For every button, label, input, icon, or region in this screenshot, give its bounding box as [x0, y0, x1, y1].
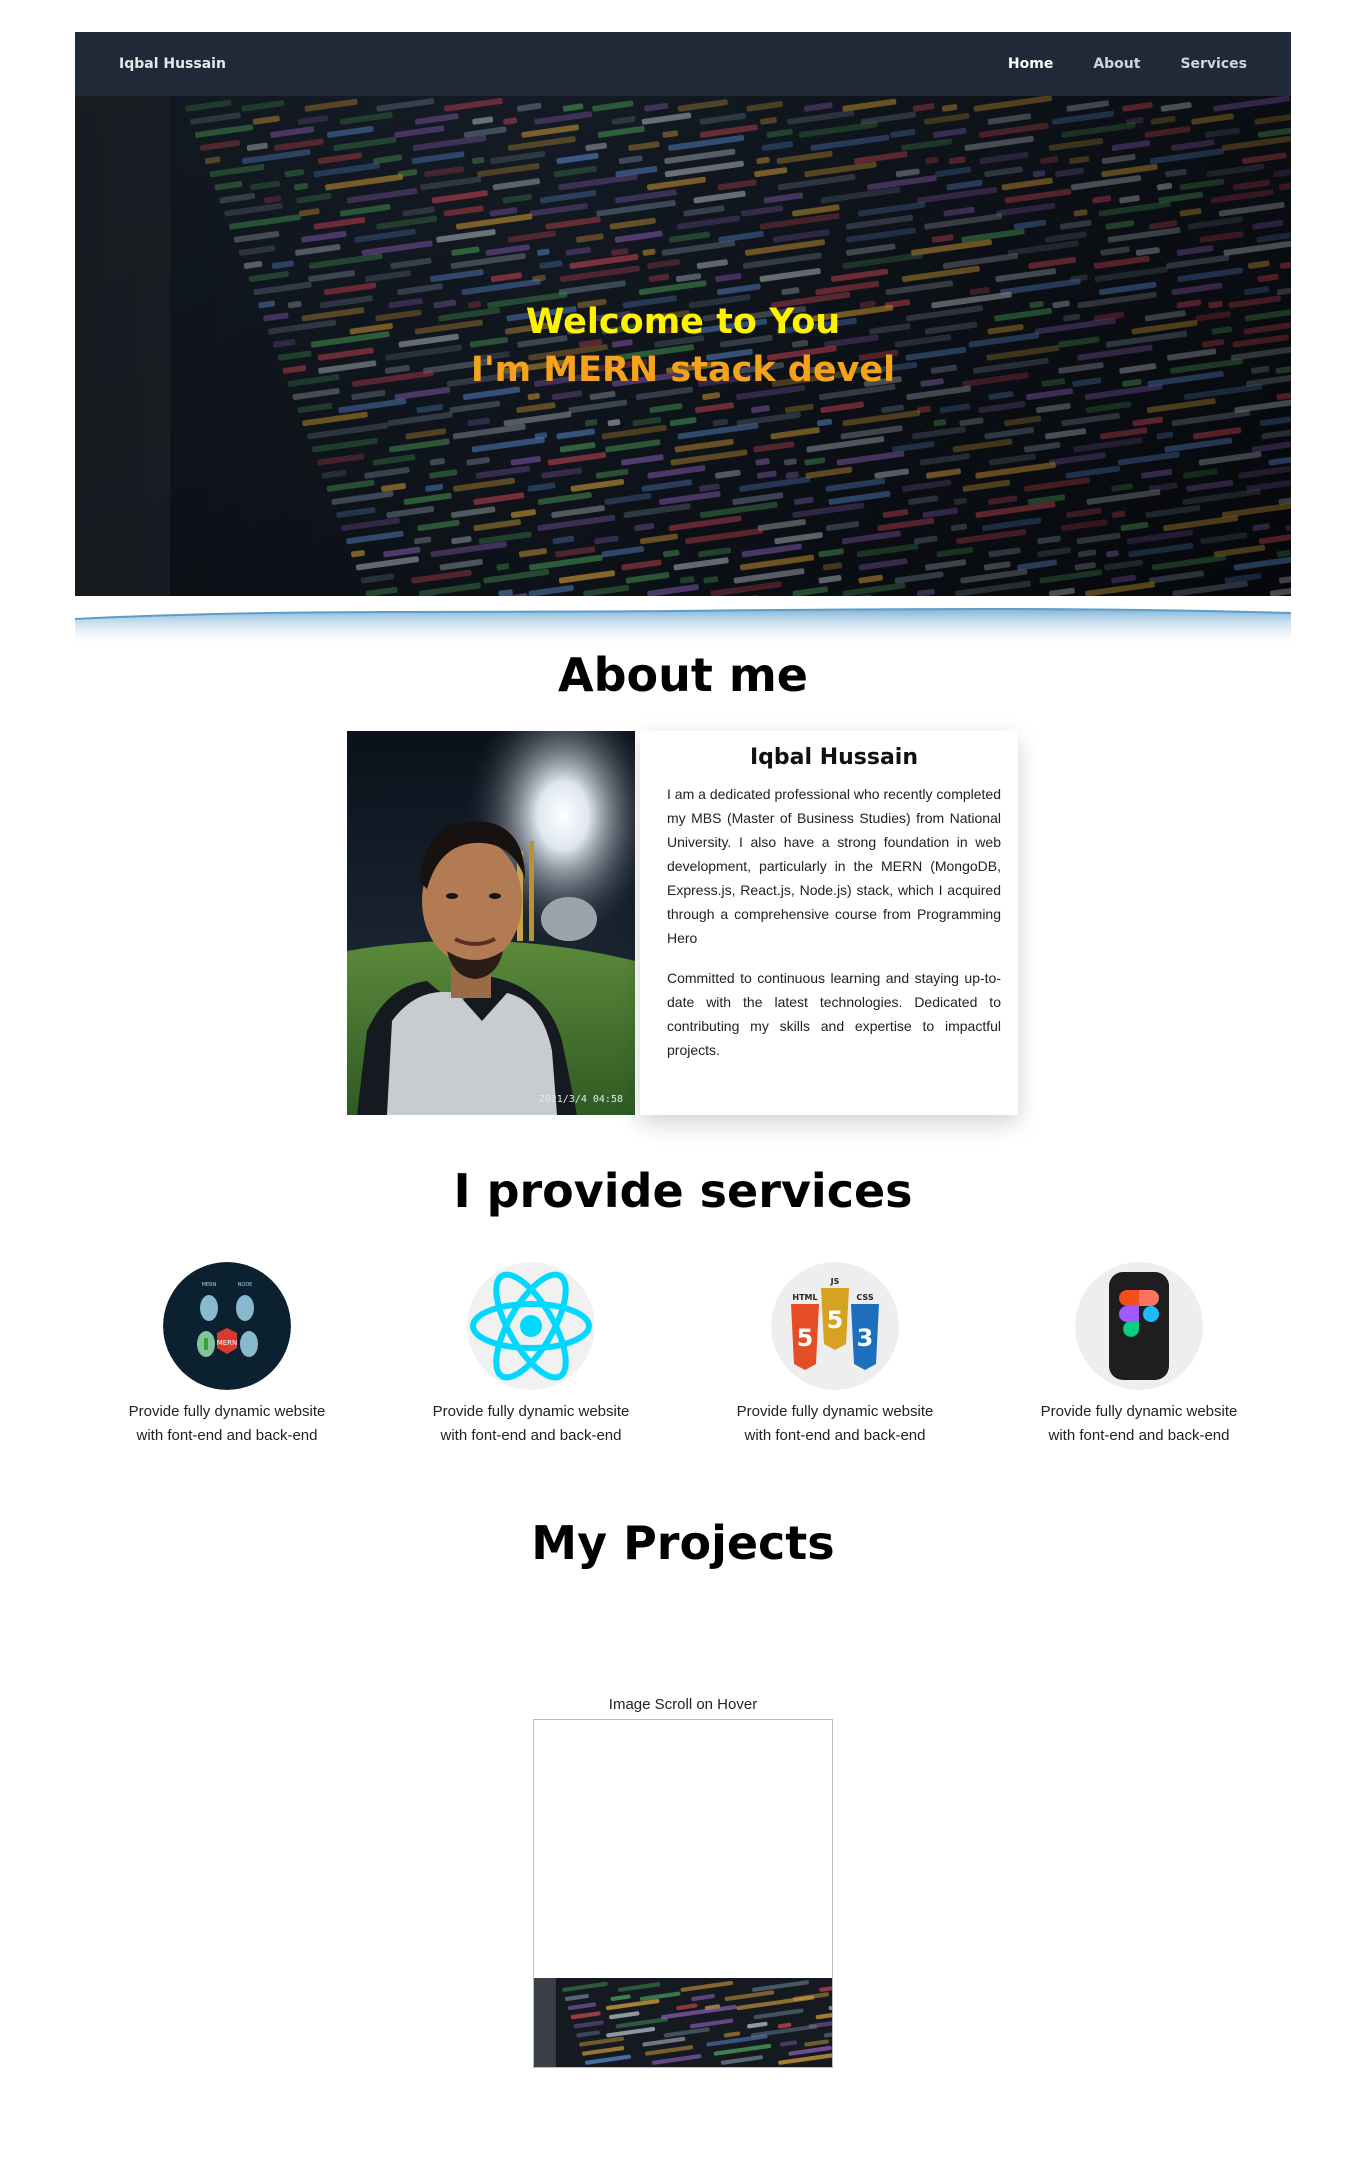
- about-name: Iqbal Hussain: [749, 745, 919, 770]
- svg-text:NODE: NODE: [238, 1282, 253, 1288]
- svg-text:3: 3: [857, 1324, 874, 1352]
- svg-text:5: 5: [797, 1324, 814, 1352]
- figma-icon: [1075, 1262, 1203, 1390]
- service-description: Provide fully dynamic website with font-…: [1040, 1403, 1238, 1444]
- service-card-figma: Provide fully dynamic website with font-…: [987, 1262, 1291, 1448]
- service-description: Provide fully dynamic website with font-…: [432, 1403, 630, 1444]
- svg-text:MERN: MERN: [217, 1339, 238, 1347]
- nav-link-services[interactable]: Services: [1180, 56, 1247, 72]
- svg-text:JS: JS: [830, 1277, 840, 1286]
- hero-welcome: Welcome to You: [525, 302, 841, 342]
- hero-text: Welcome to You I'm MERN stack devel: [75, 298, 1291, 394]
- services-title: I provide services: [453, 1164, 913, 1218]
- profile-photo-illustration: [347, 731, 635, 1115]
- photo-timestamp: 2021/3/4 04:58: [538, 1094, 623, 1105]
- mern-stack-icon: MERN MERN NODE: [163, 1262, 291, 1390]
- service-description: Provide fully dynamic website with font-…: [128, 1403, 326, 1444]
- projects-title: My Projects: [531, 1516, 835, 1570]
- svg-text:CSS: CSS: [856, 1293, 873, 1302]
- about-paragraph-2: Committed to continuous learning and sta…: [667, 970, 1001, 1058]
- nav-link-about[interactable]: About: [1093, 56, 1140, 72]
- nav-links: Home About Services: [1008, 56, 1247, 72]
- service-card-react: Provide fully dynamic website with font-…: [379, 1262, 683, 1448]
- services-grid: MERN MERN NODE Provide fully dynamic web…: [75, 1262, 1291, 1482]
- nav-link-home[interactable]: Home: [1008, 56, 1053, 72]
- html-css-js-icon: 5 HTML 5 JS 3 CSS: [771, 1262, 899, 1390]
- service-description: Provide fully dynamic website with font-…: [736, 1403, 934, 1444]
- svg-text:5: 5: [827, 1306, 844, 1334]
- about-paragraph-1: I am a dedicated professional who recent…: [667, 786, 1001, 946]
- svg-text:HTML: HTML: [792, 1293, 817, 1302]
- profile-photo: 2021/3/4 04:58: [347, 731, 635, 1115]
- svg-text:MERN: MERN: [202, 1282, 217, 1288]
- project-thumbnail: [534, 1978, 832, 2067]
- project-scroll-preview[interactable]: [533, 1719, 833, 2068]
- hero-banner: Welcome to You I'm MERN stack devel: [75, 96, 1291, 596]
- project-caption: Image Scroll on Hover: [608, 1696, 758, 1713]
- wave-divider: [75, 608, 1291, 647]
- navbar: Iqbal Hussain Home About Services: [75, 32, 1291, 96]
- hero-typewriter: I'm MERN stack devel: [470, 350, 896, 390]
- service-card-web: 5 HTML 5 JS 3 CSS Provide fully dynamic …: [683, 1262, 987, 1448]
- service-card-mern: MERN MERN NODE Provide fully dynamic web…: [75, 1262, 379, 1448]
- about-card: Iqbal Hussain I am a dedicated professio…: [640, 731, 1018, 1115]
- brand-logo[interactable]: Iqbal Hussain: [119, 56, 226, 72]
- react-icon: [467, 1262, 595, 1390]
- about-title: About me: [557, 648, 808, 702]
